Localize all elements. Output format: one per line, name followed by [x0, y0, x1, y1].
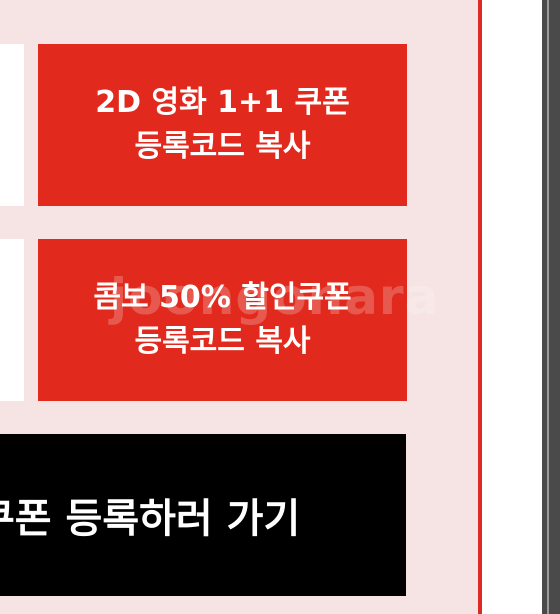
coupon-image-box-1: [0, 44, 24, 206]
register-button-label: 쿠폰 등록하러 가기: [0, 496, 301, 542]
coupon-image-box-2: [0, 239, 24, 401]
copy-movie-coupon-code-button[interactable]: 2D 영화 1+1 쿠폰 등록코드 복사: [38, 44, 407, 206]
copy-combo-coupon-code-button[interactable]: 콤보 50% 할인쿠폰 등록코드 복사: [38, 239, 407, 401]
side-panel: [482, 0, 542, 614]
combo-coupon-title: 콤보 50% 할인쿠폰: [93, 280, 352, 315]
scrollbar-edge: [547, 0, 549, 614]
movie-coupon-copy-label: 등록코드 복사: [134, 129, 311, 164]
combo-coupon-copy-label: 등록코드 복사: [134, 324, 311, 359]
scrollbar[interactable]: [542, 0, 560, 614]
movie-coupon-title: 2D 영화 1+1 쿠폰: [95, 85, 350, 120]
go-register-coupon-button[interactable]: 쿠폰 등록하러 가기: [0, 434, 406, 596]
